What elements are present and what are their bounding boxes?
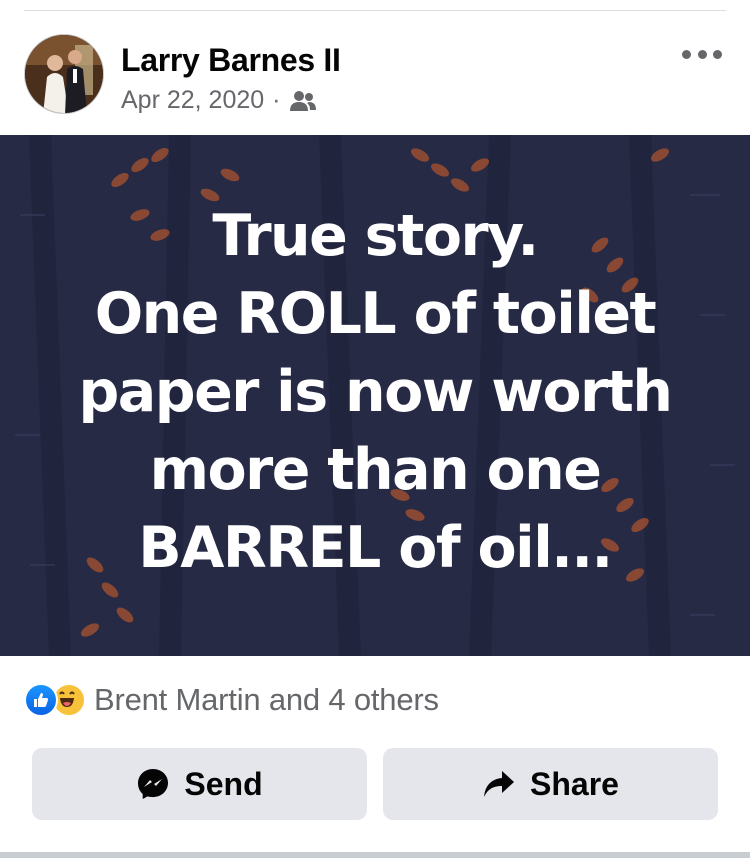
feed-separator bbox=[0, 852, 750, 858]
more-options-icon[interactable] bbox=[682, 44, 722, 64]
share-arrow-icon bbox=[484, 771, 515, 797]
friends-icon[interactable] bbox=[289, 90, 317, 112]
messenger-icon bbox=[138, 769, 169, 799]
send-button[interactable]: Send bbox=[32, 748, 367, 820]
reactions-summary[interactable]: Brent Martin and 4 others bbox=[24, 682, 439, 718]
post-actions: Send Share bbox=[32, 748, 718, 820]
avatar[interactable] bbox=[24, 34, 104, 114]
post-image[interactable]: True story. One ROLL of toilet paper is … bbox=[0, 135, 750, 656]
post-date[interactable]: Apr 22, 2020 bbox=[121, 86, 264, 115]
thumbs-up-icon bbox=[34, 693, 48, 707]
more-dot bbox=[713, 49, 722, 59]
reaction-summary-text[interactable]: Brent Martin and 4 others bbox=[94, 682, 439, 718]
author-name[interactable]: Larry Barnes II bbox=[121, 42, 341, 79]
avatar-photo bbox=[25, 35, 103, 113]
post-image-text: True story. One ROLL of toilet paper is … bbox=[78, 203, 674, 581]
more-dot bbox=[682, 49, 691, 59]
share-button[interactable]: Share bbox=[383, 748, 718, 820]
like-icon bbox=[24, 683, 58, 717]
post-meta: Apr 22, 2020 · bbox=[121, 86, 317, 115]
share-label: Share bbox=[530, 765, 619, 802]
send-label: Send bbox=[184, 765, 263, 802]
meta-separator: · bbox=[272, 86, 281, 114]
more-dot bbox=[697, 49, 707, 59]
post-header: Larry Barnes II Apr 22, 2020 · bbox=[0, 28, 750, 124]
top-divider bbox=[24, 10, 726, 11]
